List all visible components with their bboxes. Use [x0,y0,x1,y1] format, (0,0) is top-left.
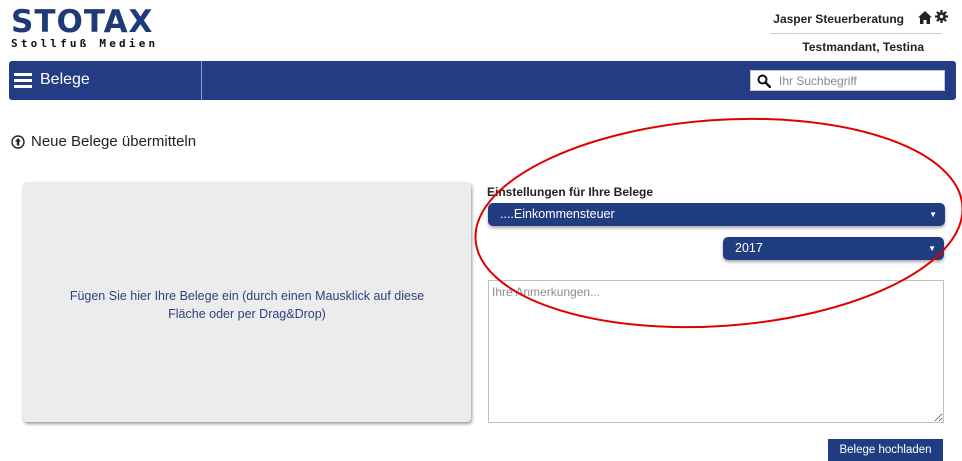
search-box[interactable] [750,70,945,91]
page-title: Neue Belege übermitteln [11,133,196,150]
brand-tagline: Stollfuß Medien [11,37,159,50]
chevron-down-icon: ▼ [928,244,936,253]
menu-icon [14,73,32,88]
upload-dropzone[interactable]: Fügen Sie hier Ihre Belege ein (durch ei… [23,182,471,422]
menu-toggle-button[interactable]: Belege [9,61,202,100]
chevron-down-icon: ▼ [929,210,937,219]
notes-textarea[interactable] [488,280,944,423]
gear-icon[interactable] [935,10,948,23]
dropzone-text: Fügen Sie hier Ihre Belege ein (durch ei… [69,289,425,321]
search-input[interactable] [779,71,941,90]
brand-logo[interactable]: STOTAX Stollfuß Medien [11,6,158,50]
year-select[interactable]: 2017 ▼ [723,237,944,260]
year-value: 2017 [735,241,763,255]
page-title-text: Neue Belege übermitteln [31,133,197,150]
search-icon[interactable] [757,74,771,88]
header-divider [770,33,942,34]
brand-name: STOTAX [11,4,154,40]
home-icon[interactable] [918,11,932,24]
settings-label: Einstellungen für Ihre Belege [487,185,654,199]
document-type-value: ....Einkommensteuer [500,207,615,221]
upload-button[interactable]: Belege hochladen [828,439,943,461]
menu-label: Belege [40,71,90,88]
upload-circle-icon [11,134,25,149]
mandant-name[interactable]: Testmandant, Testina [802,40,924,54]
main-navbar: Belege [9,61,956,100]
user-name[interactable]: Jasper Steuerberatung [773,12,904,26]
document-type-select[interactable]: ....Einkommensteuer ▼ [488,203,945,226]
